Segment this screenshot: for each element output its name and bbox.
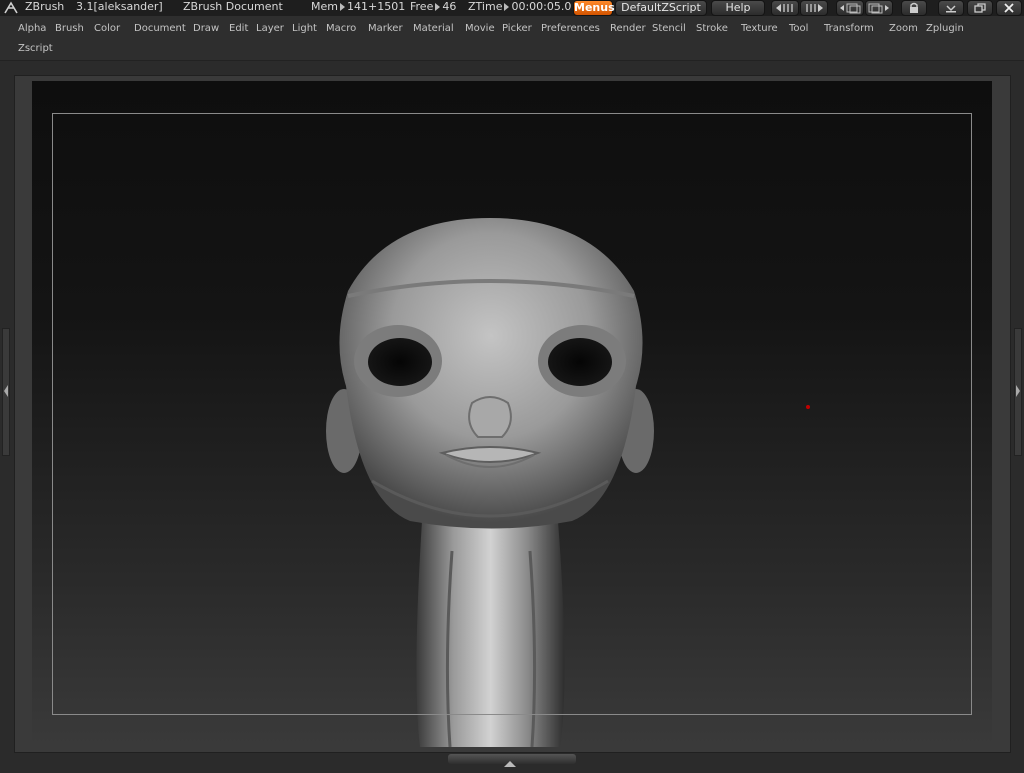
menu-bar: Alpha Brush Color Document Draw Edit Lay…	[0, 16, 1024, 61]
mem-value: 141+1501	[346, 0, 406, 13]
minimize-icon[interactable]	[938, 0, 964, 16]
free-value: 46	[442, 0, 457, 13]
menu-draw[interactable]: Draw	[193, 23, 219, 34]
ztime-readout: ZTime 00:00:05.0	[468, 0, 571, 14]
title-bar: ZBrush 3.1[aleksander] ZBrush Document M…	[0, 0, 1024, 16]
free-readout: Free 46	[410, 0, 456, 14]
ztime-value: 00:00:05.0	[511, 0, 572, 13]
free-label: Free	[410, 0, 434, 13]
menu-tool[interactable]: Tool	[789, 23, 808, 34]
menu-texture[interactable]: Texture	[741, 23, 778, 34]
menu-layer[interactable]: Layer	[256, 23, 284, 34]
menu-light[interactable]: Light	[292, 23, 317, 34]
app-name: ZBrush	[25, 0, 65, 13]
menu-macro[interactable]: Macro	[326, 23, 356, 34]
scroll-left-icon[interactable]	[771, 0, 799, 16]
version-user: 3.1[aleksander]	[76, 0, 163, 13]
arrow-icon	[435, 3, 441, 11]
split-right-icon[interactable]	[865, 0, 893, 16]
menu-alpha[interactable]: Alpha	[18, 23, 46, 34]
mem-label: Mem	[311, 0, 338, 13]
menu-material[interactable]: Material	[413, 23, 454, 34]
menu-brush[interactable]: Brush	[55, 23, 84, 34]
arrow-icon	[504, 3, 510, 11]
menu-zoom[interactable]: Zoom	[889, 23, 918, 34]
menu-render[interactable]: Render	[610, 23, 646, 34]
mem-readout: Mem 141+1501	[311, 0, 405, 14]
document-border	[52, 113, 972, 715]
transpose-marker-point	[806, 405, 810, 409]
scroll-right-icon[interactable]	[800, 0, 828, 16]
menu-stroke[interactable]: Stroke	[696, 23, 728, 34]
right-tray-toggle-icon[interactable]	[1014, 328, 1022, 456]
menu-picker[interactable]: Picker	[502, 23, 532, 34]
zbrush-logo-icon[interactable]	[3, 1, 19, 15]
close-icon[interactable]	[996, 0, 1022, 16]
menu-stencil[interactable]: Stencil	[652, 23, 686, 34]
menus-button[interactable]: Menus	[573, 0, 615, 16]
menu-preferences[interactable]: Preferences	[541, 23, 600, 34]
menu-movie[interactable]: Movie	[465, 23, 495, 34]
ztime-label: ZTime	[468, 0, 503, 13]
restore-icon[interactable]	[967, 0, 993, 16]
menu-edit[interactable]: Edit	[229, 23, 248, 34]
arrow-icon	[339, 3, 345, 11]
menu-color[interactable]: Color	[94, 23, 120, 34]
menu-zscript[interactable]: Zscript	[18, 43, 53, 54]
menu-transform[interactable]: Transform	[824, 23, 874, 34]
split-left-icon[interactable]	[836, 0, 864, 16]
document-name: ZBrush Document	[183, 0, 283, 13]
lock-icon[interactable]	[901, 0, 927, 16]
bottom-tray-toggle-icon[interactable]	[448, 754, 576, 767]
left-tray-toggle-icon[interactable]	[2, 328, 10, 456]
default-zscript-button[interactable]: DefaultZScript	[615, 0, 707, 16]
menu-document[interactable]: Document	[134, 23, 186, 34]
menu-zplugin[interactable]: Zplugin	[926, 23, 964, 34]
menu-marker[interactable]: Marker	[368, 23, 403, 34]
help-button[interactable]: Help	[711, 0, 765, 16]
